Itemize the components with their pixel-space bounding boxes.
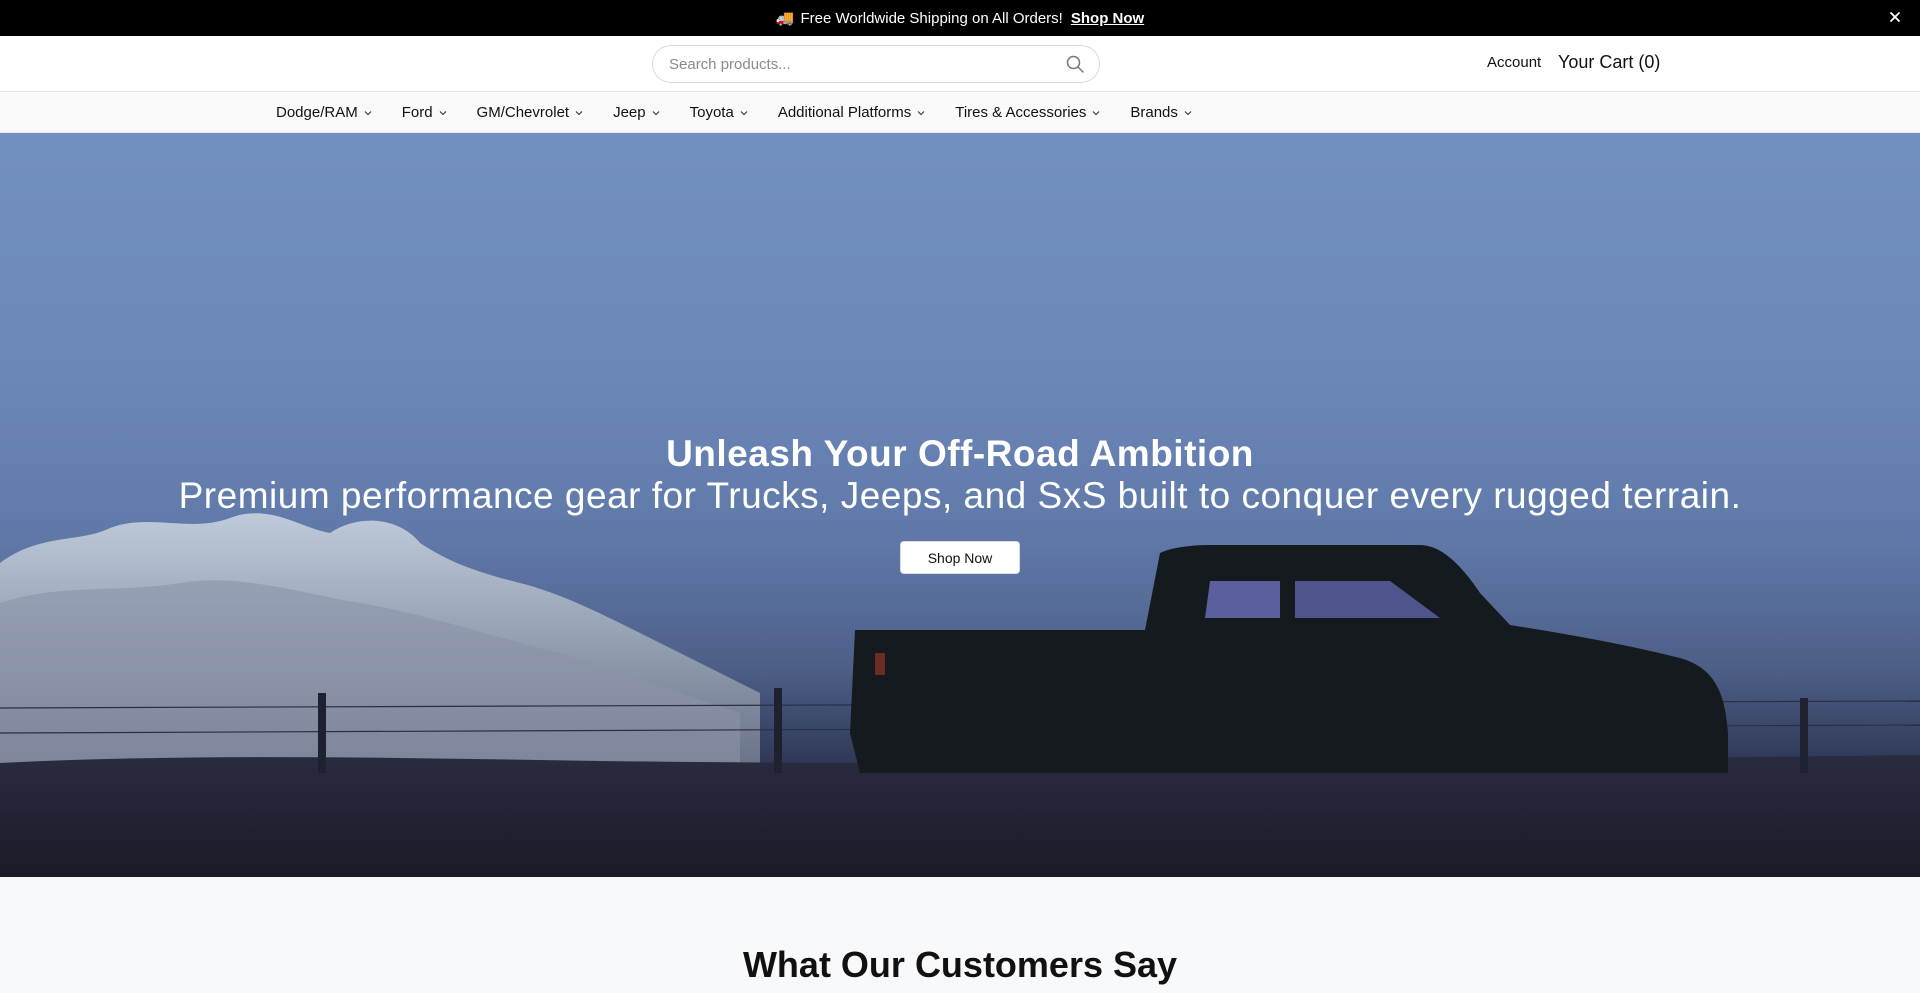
nav-item-label: Brands [1130, 104, 1178, 121]
chevron-down-icon [439, 110, 446, 115]
nav-item-brands[interactable]: Brands [1130, 104, 1193, 121]
nav-item-label: GM/Chevrolet [476, 104, 570, 121]
chevron-down-icon [917, 110, 925, 115]
hero-headline: Unleash Your Off-Road Ambition [666, 433, 1254, 474]
nav-item-label: Dodge/RAM [276, 104, 358, 121]
site-header: Account Your Cart (0) [0, 36, 1920, 92]
chevron-down-icon [364, 110, 372, 115]
search-box [652, 45, 1100, 83]
nav-item-label: Ford [401, 104, 433, 121]
chevron-down-icon [740, 110, 748, 115]
account-link[interactable]: Account [1487, 54, 1541, 71]
chevron-down-icon [1092, 110, 1100, 115]
nav-item-toyota[interactable]: Toyota [690, 104, 749, 121]
main-nav: Dodge/RAM Ford GM/Chevrolet Jeep Toyota … [0, 92, 1920, 133]
nav-item-tires-accessories[interactable]: Tires & Accessories [955, 104, 1101, 121]
search-input[interactable] [669, 55, 1065, 73]
nav-item-label: Jeep [613, 104, 646, 121]
nav-item-label: Toyota [689, 104, 734, 121]
hero-subline: Premium performance gear for Trucks, Jee… [178, 475, 1742, 516]
nav-item-gm-chevrolet[interactable]: GM/Chevrolet [477, 104, 585, 121]
nav-list: Dodge/RAM Ford GM/Chevrolet Jeep Toyota … [276, 92, 1222, 133]
nav-item-dodge-ram[interactable]: Dodge/RAM [276, 104, 373, 121]
nav-item-additional-platforms[interactable]: Additional Platforms [778, 104, 926, 121]
nav-item-ford[interactable]: Ford [402, 104, 448, 121]
search-icon[interactable] [1065, 54, 1085, 74]
nav-item-label: Tires & Accessories [955, 104, 1087, 121]
chevron-down-icon [575, 110, 583, 115]
close-icon[interactable] [1886, 8, 1904, 26]
announcement-shop-now-link[interactable]: Shop Now [1071, 10, 1144, 27]
chevron-down-icon [652, 110, 659, 115]
announcement-bar: 🚚 Free Worldwide Shipping on All Orders!… [0, 0, 1920, 36]
chevron-down-icon [1184, 110, 1192, 115]
announcement-message: Free Worldwide Shipping on All Orders! [800, 9, 1063, 27]
nav-item-jeep[interactable]: Jeep [613, 104, 661, 121]
cart-link[interactable]: Your Cart (0) [1558, 52, 1660, 73]
hero-shop-now-button[interactable]: Shop Now [900, 541, 1020, 574]
testimonials-title: What Our Customers Say [742, 944, 1178, 985]
truck-icon: 🚚 [775, 10, 795, 27]
nav-item-label: Additional Platforms [777, 104, 912, 121]
hero-banner: Unleash Your Off-Road Ambition Premium p… [0, 133, 1920, 877]
testimonials-section: What Our Customers Say [0, 877, 1920, 993]
